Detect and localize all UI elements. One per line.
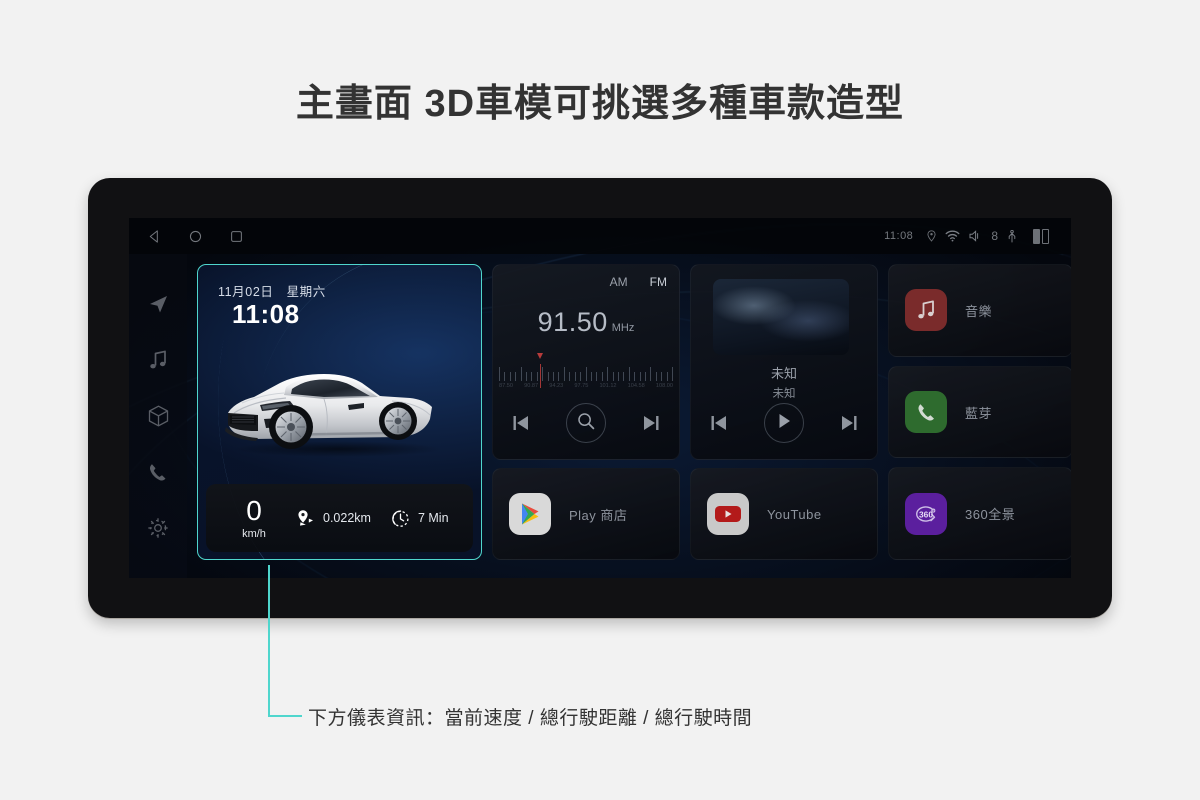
shortcut-panorama[interactable]: 360 360全景 — [888, 467, 1071, 561]
phone-icon — [148, 462, 168, 483]
tuner-scale-labels: 87.50 90.87 94.23 97.75 101.12 104.58 10… — [499, 383, 673, 389]
360-degree-icon: 360 — [905, 492, 947, 535]
radio-controls — [493, 403, 679, 443]
shortcut-label: 藍芽 — [965, 405, 993, 421]
media-play-button[interactable] — [763, 403, 804, 443]
radio-tuning-scale[interactable]: 87.50 90.87 94.23 97.75 101.12 104.58 10… — [499, 351, 673, 393]
frequency-value: 91.50 — [537, 307, 608, 337]
page-title: 主畫面 3D車模可挑選多種車款造型 — [295, 83, 905, 125]
duration-value: 7 Min — [417, 511, 449, 525]
shortcut-label: Play 商店 — [569, 507, 628, 523]
phone-icon — [905, 391, 947, 433]
skip-previous-icon[interactable] — [511, 414, 531, 432]
volume-level: 8 — [991, 229, 998, 243]
navigation-arrow-icon — [147, 293, 169, 315]
home-content-grid: 11月02日 星期六 11:08 0 km/h 0.022km 7 Min AM… — [187, 254, 1071, 578]
home-icon[interactable] — [188, 229, 203, 244]
speed-value: 0 — [246, 494, 262, 526]
radio-scan-button[interactable] — [565, 403, 606, 443]
callout-leader-vertical — [268, 565, 270, 716]
dashboard-info-bar: 0 km/h 0.022km 7 Min — [206, 484, 473, 552]
recents-icon[interactable] — [229, 229, 244, 244]
music-note-icon — [148, 350, 168, 371]
scale-label: 108.00 — [655, 383, 673, 389]
media-controls — [691, 403, 877, 443]
album-art-thumbnail — [713, 279, 849, 355]
media-player-widget[interactable]: 未知 未知 — [690, 264, 878, 460]
radio-band-tabs: AM FM — [610, 275, 667, 289]
clock-dashed-icon — [391, 509, 410, 528]
frequency-unit: MHz — [611, 322, 635, 334]
tuner-needle[interactable] — [537, 353, 544, 388]
shortcut-label: YouTube — [767, 506, 822, 522]
duration-readout: 7 Min — [391, 509, 449, 528]
device-frame: 11:08 8 11月02日 星期六 11:08 0 km/h 0.022km … — [88, 178, 1112, 623]
gear-icon — [147, 517, 169, 539]
shortcut-bluetooth[interactable]: 藍芽 — [888, 365, 1071, 459]
status-clock: 11:08 — [884, 230, 914, 242]
radio-widget[interactable]: AM FM 91.50 MHz 87.50 90.87 94.23 97.75 … — [492, 264, 680, 460]
scale-label: 87.50 — [499, 383, 513, 389]
tuner-ticks — [499, 359, 673, 381]
search-icon — [576, 411, 596, 436]
widget-time: 11:08 — [232, 299, 300, 329]
cube-icon — [148, 405, 169, 427]
svg-text:360: 360 — [919, 509, 933, 519]
scale-label: 90.87 — [524, 383, 539, 389]
system-icons: 11:08 8 — [884, 228, 1049, 244]
status-bar: 11:08 8 — [129, 218, 1071, 254]
shortcut-label: 360全景 — [965, 507, 1016, 523]
wifi-icon — [945, 230, 960, 242]
shortcut-play-store[interactable]: Play 商店 — [492, 468, 680, 560]
page-root: 主畫面 3D車模可挑選多種車款造型 11:08 8 11月02日 星期六 11:… — [0, 0, 1200, 800]
distance-value: 0.022km — [323, 511, 371, 525]
shortcut-music[interactable]: 音樂 — [888, 264, 1071, 357]
skip-next-icon[interactable] — [641, 414, 661, 432]
scale-label: 104.58 — [627, 383, 645, 389]
play-icon — [774, 411, 794, 436]
sidebar-item-music[interactable] — [143, 345, 173, 375]
skip-previous-icon[interactable] — [709, 414, 729, 432]
scale-label: 97.75 — [574, 383, 589, 389]
speed-readout: 0 km/h — [232, 494, 276, 540]
device-screen: 11:08 8 11月02日 星期六 11:08 0 km/h 0.022km … — [129, 218, 1071, 578]
media-artist: 未知 — [772, 388, 796, 400]
left-sidebar — [129, 254, 187, 578]
car-3d-model-image[interactable] — [212, 353, 464, 457]
shortcut-label: 音樂 — [965, 303, 993, 319]
scale-label: 101.12 — [599, 383, 617, 389]
speaker-icon — [969, 230, 982, 242]
shortcut-youtube[interactable]: YouTube — [690, 468, 878, 560]
usb-icon — [1007, 229, 1017, 243]
sidebar-item-apps[interactable] — [143, 401, 173, 431]
tab-fm[interactable]: FM — [650, 275, 667, 289]
radio-frequency-display: 91.50 MHz — [493, 307, 679, 338]
tab-am[interactable]: AM — [610, 275, 628, 289]
youtube-icon — [707, 493, 749, 535]
music-note-icon — [905, 289, 947, 332]
skip-next-icon[interactable] — [839, 414, 859, 432]
media-title: 未知 — [770, 366, 797, 381]
back-icon[interactable] — [147, 229, 162, 244]
speed-unit: km/h — [242, 527, 266, 540]
route-pin-icon — [296, 509, 315, 527]
android-nav-bar — [147, 229, 244, 244]
sidebar-item-settings[interactable] — [143, 513, 173, 543]
distance-readout: 0.022km — [296, 509, 371, 527]
google-play-icon — [509, 493, 551, 535]
battery-icon — [1033, 228, 1049, 244]
widget-date: 11月02日 星期六 — [218, 285, 326, 299]
scale-label: 94.23 — [549, 383, 564, 389]
sidebar-item-phone[interactable] — [143, 457, 173, 487]
sidebar-item-navigation[interactable] — [143, 289, 173, 319]
callout-text: 下方儀表資訊：當前速度 / 總行駛距離 / 總行駛時間 — [308, 708, 753, 729]
car-3d-widget[interactable]: 11月02日 星期六 11:08 0 km/h 0.022km 7 Min — [197, 264, 482, 560]
location-pin-icon — [927, 230, 936, 242]
shortcut-column: 音樂 藍芽 360 360全景 — [888, 264, 1071, 561]
callout-leader-horizontal — [268, 715, 302, 717]
